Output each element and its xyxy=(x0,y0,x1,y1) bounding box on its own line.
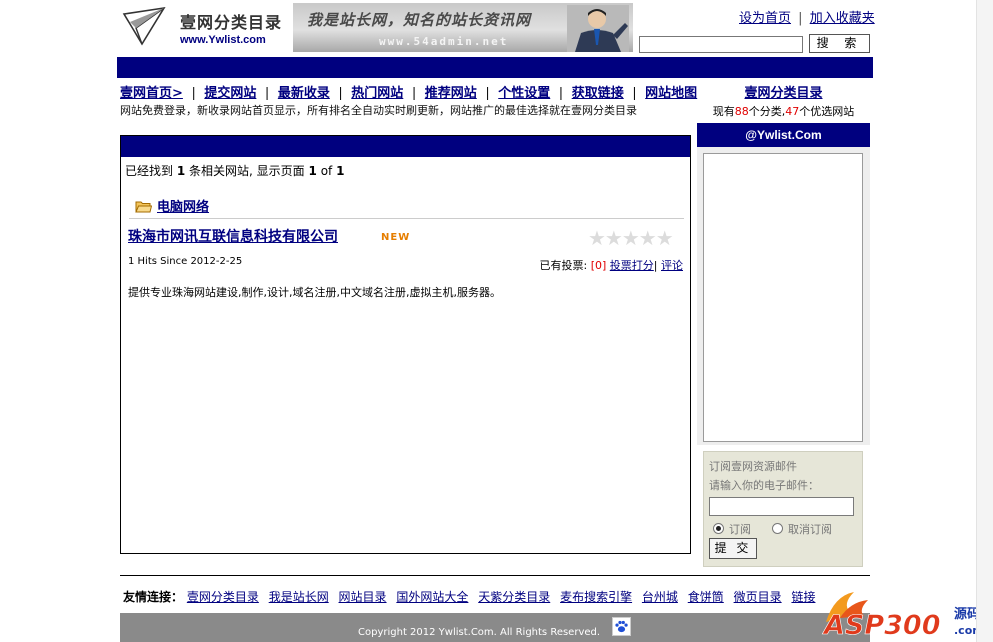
paw-icon[interactable] xyxy=(612,617,631,636)
category-count: 88 xyxy=(734,105,749,118)
results-panel-header xyxy=(121,136,690,157)
friend-link[interactable]: 链接 xyxy=(791,590,815,604)
result-summary: 已经找到 1 条相关网站, 显示页面 1 of 1 xyxy=(125,162,344,179)
main-nav: 壹网首页> | 提交网站 | 最新收录 | 热门网站 | 推荐网站 | 个性设置… xyxy=(120,82,697,101)
friend-link[interactable]: 国外网站大全 xyxy=(396,590,468,604)
sidebar-ad-area xyxy=(697,147,870,445)
nav-recommended[interactable]: 推荐网站 xyxy=(425,86,477,101)
footer: Copyright 2012 Ywlist.Com. All Rights Re… xyxy=(120,613,870,642)
header-divider-bar xyxy=(117,57,873,78)
result-of: of xyxy=(320,164,333,178)
email-field[interactable] xyxy=(709,497,854,516)
search-input[interactable] xyxy=(639,36,803,53)
stats-mid: 个分类, xyxy=(748,105,786,118)
nav-divider: | xyxy=(411,86,417,101)
nav-divider: | xyxy=(191,86,196,101)
subscribe-options: 订阅 取消订阅 xyxy=(713,521,832,537)
set-homepage-link[interactable]: 设为首页 xyxy=(739,11,791,26)
unsubscribe-radio[interactable] xyxy=(772,523,783,534)
subscribe-prompt: 请输入你的电子邮件： xyxy=(709,479,819,492)
nav-divider: | xyxy=(558,86,564,101)
votes-separator: | xyxy=(653,259,658,272)
friend-link[interactable]: 天紫分类目录 xyxy=(478,590,550,604)
submit-button[interactable]: 提 交 xyxy=(709,538,757,559)
paper-plane-icon xyxy=(122,6,166,46)
nav-get-link[interactable]: 获取链接 xyxy=(572,86,624,101)
sidebar-ad-box xyxy=(703,153,863,442)
watermark-brand: ASP300 xyxy=(822,610,941,640)
friend-links-label: 友情连接： xyxy=(123,590,184,604)
site-logo[interactable]: 壹网分类目录 www.Ywlist.com xyxy=(120,4,290,52)
site-count: 47 xyxy=(785,105,800,118)
search-button[interactable]: 搜 索 xyxy=(809,34,870,53)
nav-latest[interactable]: 最新收录 xyxy=(278,86,330,101)
sidebar-stats: 现有88个分类,47个优选网站 xyxy=(697,103,870,119)
ad-banner[interactable]: 我是站长网，知名的站长资讯网 www.54admin.net xyxy=(293,3,633,52)
nav-submit-site[interactable]: 提交网站 xyxy=(204,86,256,101)
friend-link[interactable]: 微页目录 xyxy=(734,590,782,604)
result-count: 1 xyxy=(176,164,186,178)
category-divider xyxy=(129,218,684,219)
nav-divider: | xyxy=(485,86,490,101)
new-badge: NEW xyxy=(381,232,411,243)
result-prefix: 已经找到 xyxy=(125,164,174,178)
category-link[interactable]: 电脑网络 xyxy=(157,200,209,215)
rating-stars[interactable]: ★★★★★ xyxy=(588,226,674,250)
votes-label: 已有投票: xyxy=(539,259,588,272)
friend-link[interactable]: 我是站长网 xyxy=(269,590,329,604)
sidebar-title[interactable]: 壹网分类目录 xyxy=(697,82,870,101)
friend-link[interactable]: 壹网分类目录 xyxy=(187,590,259,604)
subscribe-option-label: 订阅 xyxy=(729,523,751,536)
vote-link[interactable]: 投票打分 xyxy=(610,259,654,272)
site-description: 提供专业珠海网站建设,制作,设计,域名注册,中文域名注册,虚拟主机,服务器。 xyxy=(128,286,501,299)
stats-prefix: 现有 xyxy=(712,105,735,118)
unsubscribe-option-label: 取消订阅 xyxy=(788,523,832,536)
nav-settings[interactable]: 个性设置 xyxy=(498,86,550,101)
top-links: 设为首页 | 加入收藏夹 xyxy=(739,7,875,26)
nav-popular[interactable]: 热门网站 xyxy=(351,86,403,101)
banner-url: www.54admin.net xyxy=(379,35,509,48)
stats-suffix: 个优选网站 xyxy=(799,105,855,118)
folder-icon xyxy=(135,201,152,213)
comment-link[interactable]: 评论 xyxy=(661,259,683,272)
nav-divider: | xyxy=(632,86,637,101)
copyright-text: Copyright 2012 Ywlist.Com. All Rights Re… xyxy=(358,627,601,638)
subscribe-radio[interactable] xyxy=(713,523,724,534)
subscribe-title: 订阅壹网资源邮件 xyxy=(709,460,797,473)
asp300-watermark-logo: ASP300 源码 .com xyxy=(822,592,984,640)
top-links-separator: | xyxy=(798,11,803,26)
sidebar-header: @Ywlist.Com xyxy=(697,123,870,147)
businessman-icon xyxy=(567,5,629,52)
result-mid: 条相关网站, 显示页面 xyxy=(189,164,305,178)
nav-divider: | xyxy=(338,86,343,101)
hits-info: 1 Hits Since 2012-2-25 xyxy=(128,256,243,267)
friend-link[interactable]: 网站目录 xyxy=(339,590,387,604)
result-total-pages: 1 xyxy=(336,164,345,178)
vertical-scrollbar[interactable] xyxy=(976,0,993,642)
nav-sitemap[interactable]: 网站地图 xyxy=(645,86,697,101)
friend-link[interactable]: 食饼筒 xyxy=(688,590,724,604)
site-notice: 网站免费登录，新收录网站首页显示，所有排名全自动实时刷更新，网站推广的最佳选择就… xyxy=(120,104,637,117)
category-heading: 电脑网络 xyxy=(135,196,209,215)
friend-link[interactable]: 台州城 xyxy=(642,590,678,604)
votes-count: [0] xyxy=(590,259,607,272)
subscribe-box: 订阅壹网资源邮件 请输入你的电子邮件： 订阅 取消订阅 提 交 xyxy=(703,451,863,567)
results-panel: 已经找到 1 条相关网站, 显示页面 1 of 1 电脑网络 珠海市网讯互联信息… xyxy=(120,135,691,554)
friend-links: 友情连接： 壹网分类目录 我是站长网 网站目录 国外网站大全 天紫分类目录 麦布… xyxy=(120,575,870,609)
logo-url: www.Ywlist.com xyxy=(180,34,266,46)
banner-slogan: 我是站长网，知名的站长资讯网 xyxy=(307,11,532,29)
add-favorite-link[interactable]: 加入收藏夹 xyxy=(810,11,875,26)
nav-divider: | xyxy=(264,86,270,101)
vote-info: 已有投票: [0] 投票打分| 评论 xyxy=(539,257,683,273)
site-title-link[interactable]: 珠海市网讯互联信息科技有限公司 xyxy=(128,226,338,246)
nav-home[interactable]: 壹网首页> xyxy=(120,86,183,101)
friend-link[interactable]: 麦布搜索引擎 xyxy=(560,590,632,604)
result-page: 1 xyxy=(308,164,317,178)
logo-title: 壹网分类目录 xyxy=(180,13,283,32)
